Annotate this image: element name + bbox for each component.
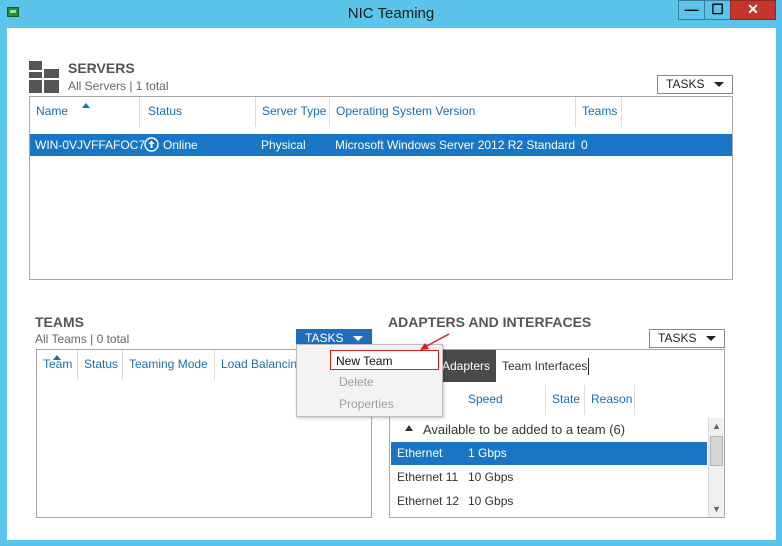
adapter-speed: 10 Gbps: [468, 494, 514, 508]
collapse-triangle-icon: [405, 425, 413, 431]
online-status-icon: [144, 137, 159, 152]
adapter-name[interactable]: Ethernet 11: [397, 466, 458, 488]
teams-section-title: TEAMS: [35, 314, 84, 330]
server-name: WIN-0VJVFFAFOC7: [35, 138, 146, 152]
scroll-down-arrow-icon[interactable]: ▼: [709, 501, 724, 517]
minimize-button[interactable]: —: [678, 0, 705, 20]
adapter-speed: 10 Gbps: [468, 470, 514, 484]
adapters-tasks-dropdown[interactable]: TASKS: [649, 329, 725, 348]
chevron-down-icon: [706, 336, 716, 341]
column-header-name[interactable]: Name: [30, 97, 140, 127]
menu-item-properties[interactable]: Properties: [334, 394, 394, 414]
server-teams-count: 0: [581, 138, 588, 152]
group-header-available[interactable]: Available to be added to a team (6): [423, 419, 625, 441]
column-header-state[interactable]: State: [546, 385, 585, 415]
adapter-name[interactable]: Ethernet 12: [397, 490, 459, 512]
table-row[interactable]: Ethernet 1 Gbps: [391, 442, 707, 465]
window-client-area: SERVERS All Servers | 1 total TASKS Name…: [7, 28, 776, 540]
maximize-button[interactable]: ☐: [704, 0, 731, 20]
servers-icon: [29, 61, 59, 93]
adapters-scrollbar[interactable]: ▲ ▼: [708, 418, 724, 517]
servers-summary: All Servers | 1 total: [68, 79, 169, 93]
column-header-reason[interactable]: Reason: [585, 385, 635, 415]
adapters-tasks-label: TASKS: [658, 331, 697, 345]
menu-item-new-team[interactable]: New Team: [330, 350, 439, 370]
scroll-up-arrow-icon[interactable]: ▲: [709, 418, 724, 434]
column-header-status[interactable]: Status: [142, 97, 256, 127]
teams-tasks-label: TASKS: [305, 331, 344, 345]
column-header-server-type[interactable]: Server Type: [256, 97, 330, 127]
menu-item-delete[interactable]: Delete: [334, 372, 374, 392]
column-header-status[interactable]: Status: [78, 350, 123, 380]
adapter-speed: 1 Gbps: [468, 446, 507, 460]
tab-team-interfaces[interactable]: Team Interfaces: [496, 350, 593, 382]
chevron-down-icon: [353, 336, 363, 341]
title-bar: NIC Teaming — ☐ ✕: [0, 0, 782, 27]
column-header-team[interactable]: Team: [37, 350, 78, 380]
annotation-arrow-icon: [420, 333, 450, 350]
servers-tasks-dropdown[interactable]: TASKS: [657, 75, 733, 94]
column-header-speed[interactable]: Speed: [462, 385, 546, 415]
adapters-section-title: ADAPTERS AND INTERFACES: [388, 314, 592, 330]
scroll-thumb[interactable]: [710, 436, 723, 466]
column-header-os-version[interactable]: Operating System Version: [330, 97, 576, 127]
column-header-teaming-mode[interactable]: Teaming Mode: [123, 350, 215, 380]
servers-table: Name Status Server Type Operating System…: [29, 96, 733, 280]
table-row[interactable]: WIN-0VJVFFAFOC7 Online Physical Microsof…: [30, 134, 732, 156]
servers-section-title: SERVERS: [68, 60, 135, 76]
window-title: NIC Teaming: [347, 5, 435, 22]
adapter-name: Ethernet: [397, 446, 443, 460]
server-status: Online: [163, 138, 198, 152]
chevron-down-icon: [714, 82, 724, 87]
column-header-teams[interactable]: Teams: [576, 97, 622, 127]
close-button[interactable]: ✕: [730, 0, 776, 20]
teams-summary: All Teams | 0 total: [35, 332, 130, 346]
teams-tasks-menu: New Team Delete Properties: [296, 344, 443, 417]
servers-tasks-label: TASKS: [666, 77, 705, 91]
server-os-version: Microsoft Windows Server 2012 R2 Standar…: [335, 138, 576, 152]
server-type: Physical: [261, 138, 306, 152]
tab-divider: [588, 358, 589, 375]
